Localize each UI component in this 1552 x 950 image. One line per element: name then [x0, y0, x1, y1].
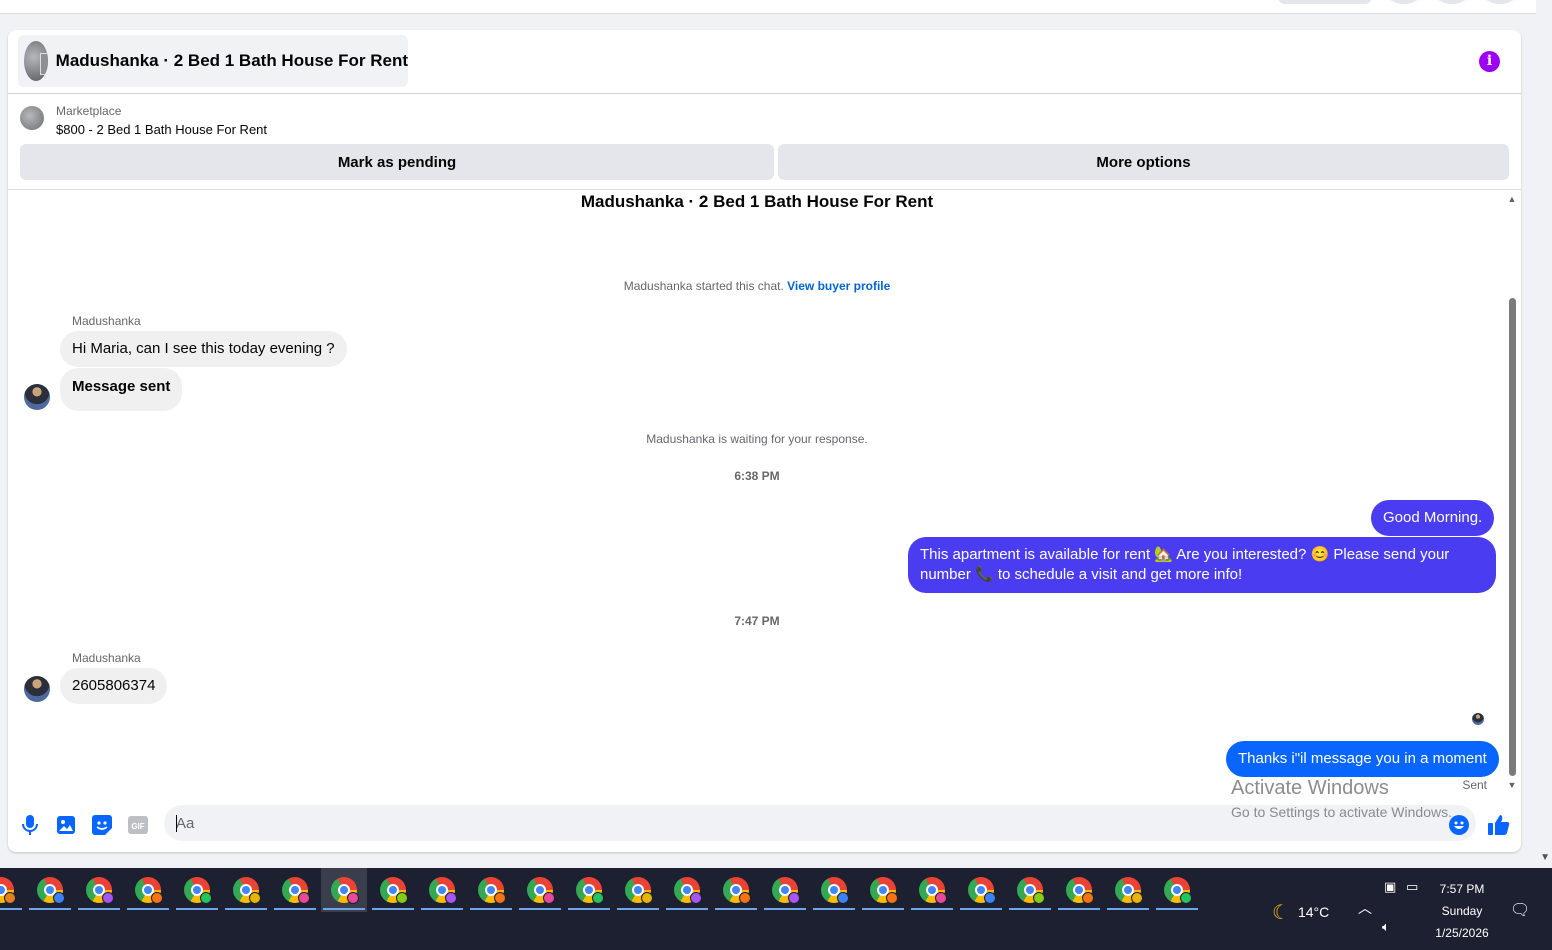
- top-nav-button[interactable]: [1436, 0, 1468, 4]
- watermark-subtitle: Go to Settings to activate Windows.: [1231, 804, 1452, 820]
- listing-price-title[interactable]: $800 - 2 Bed 1 Bath House For Rent: [56, 122, 267, 137]
- scroll-up-arrow-icon[interactable]: ▲: [1507, 194, 1517, 204]
- incoming-message[interactable]: Hi Maria, can I see this today evening ?: [60, 331, 347, 367]
- chrome-taskbar-app[interactable]: [860, 868, 906, 912]
- chrome-taskbar-app[interactable]: [1105, 868, 1151, 912]
- image-icon[interactable]: [55, 814, 77, 836]
- chrome-taskbar-app[interactable]: [615, 868, 661, 912]
- sender-avatar[interactable]: [24, 676, 50, 702]
- waiting-notice: Madushanka is waiting for your response.: [646, 432, 868, 446]
- listing-mini-thumbnail[interactable]: [20, 106, 44, 130]
- system-clock[interactable]: 7:57 PM Sunday 1/25/2026: [1424, 878, 1500, 944]
- read-receipt-avatar: [1472, 713, 1484, 725]
- listing-thumbnail: [24, 41, 48, 81]
- conversation-panel: Madushanka · 2 Bed 1 Bath House For Rent…: [8, 30, 1521, 852]
- sticker-icon[interactable]: [91, 814, 113, 836]
- message-thread: Madushanka · 2 Bed 1 Bath House For Rent…: [8, 190, 1521, 796]
- profile-avatar-button[interactable]: [1484, 0, 1516, 4]
- temperature: 14°C: [1297, 904, 1330, 920]
- show-hidden-icons-chevron-icon[interactable]: ︿: [1358, 898, 1372, 918]
- watermark-title: Activate Windows: [1231, 777, 1389, 799]
- message-line: This apartment is available for rent 🏡 A…: [920, 546, 1450, 563]
- top-nav-button[interactable]: [1388, 0, 1420, 4]
- info-icon[interactable]: i: [1479, 51, 1500, 72]
- clock-date: 1/25/2026: [1435, 926, 1489, 940]
- sender-avatar[interactable]: [24, 384, 50, 410]
- meet-now-icon[interactable]: ▣: [1384, 880, 1396, 895]
- top-nav-pill[interactable]: [1278, 0, 1372, 4]
- more-options-button[interactable]: More options: [778, 144, 1509, 180]
- top-navigation-strip: [0, 0, 1536, 14]
- chrome-taskbar-app[interactable]: [272, 868, 318, 912]
- chat-started-text: Madushanka started this chat.: [623, 279, 784, 293]
- outgoing-message[interactable]: This apartment is available for rent 🏡 A…: [908, 537, 1496, 593]
- chrome-taskbar-app[interactable]: [1007, 868, 1053, 912]
- listing-summary: Marketplace $800 - 2 Bed 1 Bath House Fo…: [8, 94, 1521, 190]
- chat-started-notice: Madushanka started this chat. View buyer…: [8, 279, 1506, 293]
- view-buyer-profile-link[interactable]: View buyer profile: [787, 279, 890, 293]
- chrome-taskbar-app-active[interactable]: [321, 868, 367, 912]
- conversation-title: Madushanka · 2 Bed 1 Bath House For Rent: [55, 51, 408, 70]
- sender-name: Madushanka: [72, 314, 141, 328]
- scroll-down-arrow-icon[interactable]: ▼: [1507, 780, 1517, 790]
- outgoing-message[interactable]: Good Morning.: [1371, 500, 1495, 536]
- chrome-taskbar-app[interactable]: [223, 868, 269, 912]
- page-scroll-down-arrow-icon[interactable]: ▼: [1540, 852, 1550, 863]
- chrome-taskbar-app[interactable]: [517, 868, 563, 912]
- scrollbar-thumb[interactable]: [1509, 298, 1516, 776]
- volume-icon[interactable]: 🔈︎: [1382, 920, 1390, 935]
- chrome-taskbar-app[interactable]: [419, 868, 465, 912]
- chrome-taskbar-app[interactable]: [0, 868, 24, 912]
- moon-icon: ☾: [1272, 900, 1290, 924]
- thumbs-up-icon[interactable]: [1488, 814, 1510, 836]
- timestamp: 6:38 PM: [734, 469, 780, 483]
- microphone-icon[interactable]: [19, 814, 41, 836]
- chrome-taskbar-app[interactable]: [762, 868, 808, 912]
- incoming-message[interactable]: Message sent: [60, 368, 183, 411]
- chrome-taskbar-app[interactable]: [27, 868, 73, 912]
- message-line: number 📞 to schedule a visit and get mor…: [920, 566, 1243, 583]
- chrome-taskbar-app[interactable]: [664, 868, 710, 912]
- gif-icon[interactable]: GIF: [127, 814, 149, 836]
- chrome-taskbar-app[interactable]: [1056, 868, 1102, 912]
- chrome-taskbar-app[interactable]: [909, 868, 955, 912]
- chrome-taskbar-app[interactable]: [76, 868, 122, 912]
- clock-time: 7:57 PM: [1439, 882, 1485, 896]
- text-caret: [176, 815, 177, 832]
- windows-taskbar: ☾ 14°C ︿ ▣ ▭ 🔈︎ 7:57 PM Sunday 1/25/2026…: [0, 868, 1552, 950]
- chrome-taskbar-app[interactable]: [713, 868, 759, 912]
- chrome-taskbar-app[interactable]: [125, 868, 171, 912]
- marketplace-label: Marketplace: [56, 104, 122, 118]
- mark-as-pending-button[interactable]: Mark as pending: [20, 144, 774, 180]
- scrollbar[interactable]: ▲ ▼: [1507, 194, 1517, 790]
- sender-name: Madushanka: [72, 651, 141, 665]
- incoming-message[interactable]: 2605806374: [60, 668, 168, 704]
- notification-center-icon[interactable]: 🗨︎: [1510, 900, 1530, 919]
- chrome-taskbar-app[interactable]: [1154, 868, 1200, 912]
- chrome-taskbar-app[interactable]: [468, 868, 514, 912]
- timestamp: 7:47 PM: [734, 614, 780, 628]
- chrome-taskbar-app[interactable]: [174, 868, 220, 912]
- conversation-title-button[interactable]: Madushanka · 2 Bed 1 Bath House For Rent: [18, 35, 408, 87]
- weather-widget[interactable]: ☾ 14°C: [1272, 900, 1329, 924]
- conversation-header: Madushanka · 2 Bed 1 Bath House For Rent…: [8, 30, 1521, 94]
- gif-icon-label: GIF: [131, 822, 144, 831]
- network-icon[interactable]: ▭: [1406, 880, 1418, 895]
- chrome-taskbar-app[interactable]: [370, 868, 416, 912]
- sent-status: Sent: [1462, 778, 1487, 792]
- thread-title: Madushanka · 2 Bed 1 Bath House For Rent: [580, 192, 934, 211]
- chrome-taskbar-app[interactable]: [958, 868, 1004, 912]
- chrome-taskbar-app[interactable]: [566, 868, 612, 912]
- outgoing-message[interactable]: Thanks i"il message you in a moment: [1226, 741, 1499, 777]
- clock-day: Sunday: [1441, 904, 1483, 918]
- activate-windows-watermark: Activate Windows Go to Settings to activ…: [1231, 777, 1452, 820]
- chrome-taskbar-app[interactable]: [811, 868, 857, 912]
